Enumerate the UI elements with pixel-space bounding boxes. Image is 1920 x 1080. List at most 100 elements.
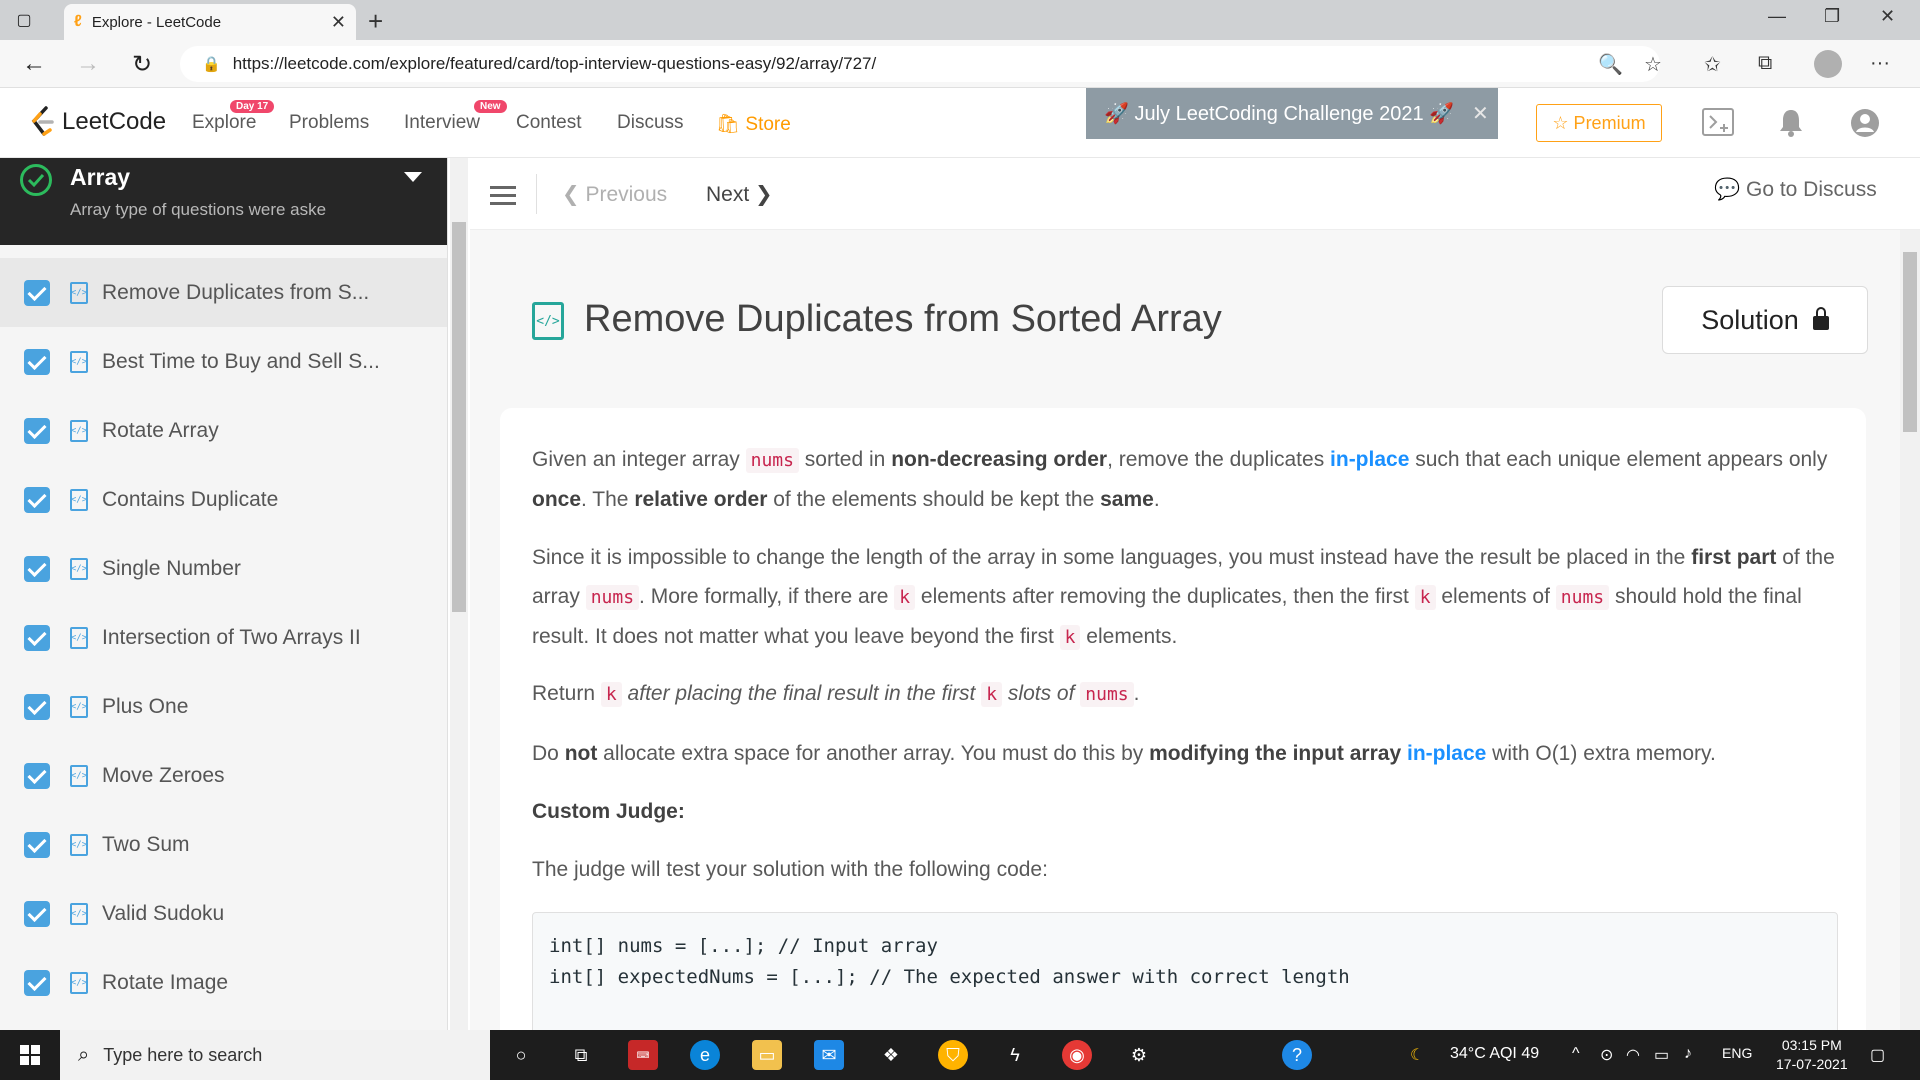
refresh-icon[interactable]: ↻ bbox=[132, 50, 152, 79]
in-place-link[interactable]: in-place bbox=[1407, 742, 1486, 765]
list-item[interactable]: </> Two Sum bbox=[0, 810, 447, 879]
list-item[interactable]: </> Contains Duplicate bbox=[0, 465, 447, 534]
go-to-discuss-link[interactable]: 💬 Go to Discuss bbox=[1714, 178, 1877, 202]
list-item-label: Rotate Array bbox=[102, 418, 219, 442]
back-icon[interactable]: ← bbox=[22, 50, 46, 78]
file-explorer-icon[interactable]: ▭ bbox=[752, 1040, 782, 1070]
list-item[interactable]: </> Remove Duplicates from S... bbox=[0, 258, 447, 327]
notification-bell-icon[interactable] bbox=[1778, 108, 1804, 143]
zoom-icon[interactable]: 🔍 bbox=[1598, 52, 1623, 77]
user-account-icon[interactable] bbox=[1850, 108, 1880, 143]
cortana-icon[interactable]: ○ bbox=[506, 1040, 536, 1070]
help-icon[interactable]: ? bbox=[1282, 1040, 1312, 1070]
list-item[interactable]: </> Best Time to Buy and Sell S... bbox=[0, 327, 447, 396]
leetcode-logo[interactable]: LeetCode bbox=[28, 106, 166, 138]
collections-icon[interactable]: ⧉ bbox=[1758, 52, 1772, 75]
completed-checkbox-icon bbox=[24, 486, 50, 513]
new-tab-button[interactable]: + bbox=[368, 6, 383, 37]
nav-problems[interactable]: Problems bbox=[289, 112, 369, 134]
clock-time: 03:15 PM bbox=[1781, 1037, 1842, 1053]
nav-discuss[interactable]: Discuss bbox=[617, 112, 684, 134]
discuss-label: Go to Discuss bbox=[1745, 178, 1877, 201]
code-file-icon: </> bbox=[70, 695, 88, 718]
settings-gear-icon[interactable]: ⚙ bbox=[1124, 1040, 1154, 1070]
winamp-icon[interactable]: ϟ bbox=[1000, 1040, 1030, 1070]
content-scrollbar[interactable] bbox=[1900, 230, 1920, 1030]
minimize-icon[interactable]: — bbox=[1768, 6, 1786, 27]
code-file-icon: </> bbox=[70, 626, 88, 649]
forward-icon[interactable]: → bbox=[76, 50, 100, 78]
list-item[interactable]: </> Plus One bbox=[0, 672, 447, 741]
dropbox-icon[interactable]: ❖ bbox=[876, 1040, 906, 1070]
sidebar-scroll-thumb[interactable] bbox=[452, 222, 466, 612]
edge-browser-icon[interactable]: e bbox=[690, 1040, 720, 1070]
search-icon: ⌕ bbox=[78, 1043, 90, 1066]
windows-start-icon[interactable] bbox=[20, 1045, 40, 1065]
list-item[interactable]: </> Rotate Array bbox=[0, 396, 447, 465]
tab-actions-icon[interactable]: ▢ bbox=[12, 8, 36, 32]
previous-button[interactable]: ❮ Previous bbox=[562, 182, 667, 207]
previous-label: Previous bbox=[585, 183, 668, 206]
description-paragraph: Since it is impossible to change the len… bbox=[532, 546, 1835, 650]
taskbar-search[interactable]: ⌕ Type here to search bbox=[60, 1030, 490, 1080]
system-clock[interactable]: 03:15 PM 17-07-2021 bbox=[1776, 1036, 1848, 1074]
leetcode-navbar: LeetCode Day 17 Explore Problems New Int… bbox=[0, 88, 1920, 158]
in-place-link[interactable]: in-place bbox=[1330, 448, 1409, 471]
url-text: https://leetcode.com/explore/featured/ca… bbox=[232, 54, 877, 73]
content-scroll-thumb[interactable] bbox=[1903, 252, 1917, 432]
nav-interview[interactable]: Interview bbox=[404, 112, 480, 134]
weather-text[interactable]: 34°C AQI 49 bbox=[1450, 1045, 1539, 1063]
code-file-icon: </> bbox=[70, 419, 88, 442]
battery-icon[interactable]: ▭ bbox=[1654, 1045, 1669, 1065]
solution-button[interactable]: Solution bbox=[1662, 286, 1868, 354]
notifications-icon[interactable]: ▢ bbox=[1870, 1045, 1885, 1065]
list-item[interactable]: </> Single Number bbox=[0, 534, 447, 603]
vpn-shield-icon[interactable]: ⛉ bbox=[938, 1040, 968, 1070]
leetcode-logo-icon bbox=[31, 106, 54, 136]
browser-tab[interactable]: ℓ Explore - LeetCode ✕ bbox=[64, 4, 356, 40]
mail-icon[interactable]: ✉ bbox=[814, 1040, 844, 1070]
next-button[interactable]: Next ❯ bbox=[706, 182, 773, 207]
address-bar-row: ← → ↻ 🔒 https://leetcode.com/explore/fea… bbox=[0, 40, 1920, 88]
chrome-icon[interactable]: ◉ bbox=[1062, 1040, 1092, 1070]
task-view-icon[interactable]: ⧉ bbox=[566, 1040, 596, 1070]
meet-now-icon[interactable]: ⊙ bbox=[1600, 1045, 1613, 1065]
chevron-right-icon: ❯ bbox=[749, 183, 773, 206]
restore-icon[interactable]: ❐ bbox=[1824, 6, 1840, 27]
close-tab-icon[interactable]: ✕ bbox=[331, 12, 346, 33]
language-indicator[interactable]: ENG bbox=[1722, 1045, 1752, 1061]
list-item[interactable]: </> Rotate Image bbox=[0, 948, 447, 1017]
close-window-icon[interactable]: ✕ bbox=[1880, 6, 1895, 27]
menu-icon[interactable] bbox=[490, 186, 516, 210]
premium-button[interactable]: ☆ Premium bbox=[1536, 104, 1662, 142]
more-icon[interactable]: ··· bbox=[1870, 52, 1890, 75]
favorite-add-icon[interactable]: ☆ bbox=[1644, 52, 1662, 77]
windows-taskbar: ⌕ Type here to search ○ ⧉ ⌨ e ▭ ✉ ❖ ⛉ ϟ … bbox=[0, 1030, 1920, 1080]
wifi-icon[interactable]: ◠ bbox=[1626, 1045, 1640, 1065]
sidebar-scrollbar[interactable] bbox=[450, 158, 468, 1030]
list-item[interactable]: </> Intersection of Two Arrays II bbox=[0, 603, 447, 672]
volume-icon[interactable]: ♪ bbox=[1684, 1045, 1692, 1063]
favorites-icon[interactable]: ✩ bbox=[1704, 52, 1721, 77]
playground-icon[interactable] bbox=[1702, 108, 1734, 141]
completed-checkbox-icon bbox=[24, 279, 50, 306]
nav-explore[interactable]: Explore bbox=[192, 112, 256, 134]
challenge-banner[interactable]: 🚀 July LeetCoding Challenge 2021 🚀 ✕ bbox=[1086, 88, 1498, 139]
list-item-label: Move Zeroes bbox=[102, 763, 225, 787]
nav-store[interactable]: 🛍 Store bbox=[716, 112, 791, 136]
search-placeholder: Type here to search bbox=[103, 1044, 263, 1065]
nav-contest[interactable]: Contest bbox=[516, 112, 581, 134]
typing-app-icon[interactable]: ⌨ bbox=[628, 1040, 658, 1070]
profile-avatar[interactable] bbox=[1814, 50, 1842, 78]
problem-description-card: Given an integer array nums sorted in no… bbox=[500, 408, 1866, 1072]
list-item[interactable]: </> Valid Sudoku bbox=[0, 879, 447, 948]
code-file-icon: </> bbox=[70, 281, 88, 304]
url-field[interactable]: 🔒 https://leetcode.com/explore/featured/… bbox=[180, 46, 1660, 82]
code-file-icon: </> bbox=[70, 557, 88, 580]
chapter-dropdown-icon[interactable] bbox=[404, 172, 422, 182]
chevron-up-icon[interactable]: ^ bbox=[1572, 1045, 1580, 1063]
chapter-header[interactable]: Array Array type of questions were aske bbox=[0, 158, 447, 245]
close-banner-icon[interactable]: ✕ bbox=[1472, 101, 1489, 126]
list-item[interactable]: </> Move Zeroes bbox=[0, 741, 447, 810]
description-paragraph: Return k after placing the final result … bbox=[532, 682, 1140, 707]
